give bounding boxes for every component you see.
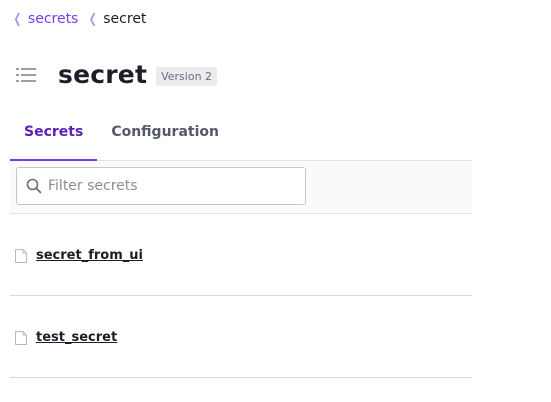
document-icon <box>15 249 27 263</box>
breadcrumb-item-secret: ❬ secret <box>87 11 146 27</box>
chevron-left-icon: ❬ <box>12 11 23 27</box>
secret-link[interactable]: test_secret <box>36 330 117 345</box>
breadcrumb-current-secret: secret <box>103 11 147 27</box>
tab-configuration[interactable]: Configuration <box>97 112 233 160</box>
tab-secrets[interactable]: Secrets <box>10 112 98 161</box>
list-item[interactable]: test_secret <box>10 296 472 378</box>
breadcrumb: ❬ secrets ❬ secret <box>12 11 146 27</box>
chevron-left-icon: ❬ <box>87 11 99 27</box>
secret-list: secret_from_ui test_secret <box>10 214 472 378</box>
list-item[interactable]: secret_from_ui <box>10 214 472 296</box>
tab-bar: Secrets Configuration <box>10 112 472 161</box>
filter-secrets-input[interactable] <box>48 178 288 194</box>
document-icon <box>15 331 27 345</box>
page-title: secret <box>58 60 148 89</box>
version-badge: Version 2 <box>156 66 218 86</box>
breadcrumb-link-secrets[interactable]: secrets <box>28 11 78 27</box>
filter-field[interactable] <box>16 167 306 205</box>
secret-detail-page: ❬ secrets ❬ secret secret Version 2 Secr… <box>0 0 551 402</box>
search-icon <box>26 178 42 194</box>
page-header: secret Version 2 <box>16 60 218 89</box>
breadcrumb-item-secrets[interactable]: ❬ secrets <box>12 11 78 27</box>
filter-toolbar <box>10 161 472 214</box>
list-icon <box>16 67 36 82</box>
secret-link[interactable]: secret_from_ui <box>36 248 143 263</box>
